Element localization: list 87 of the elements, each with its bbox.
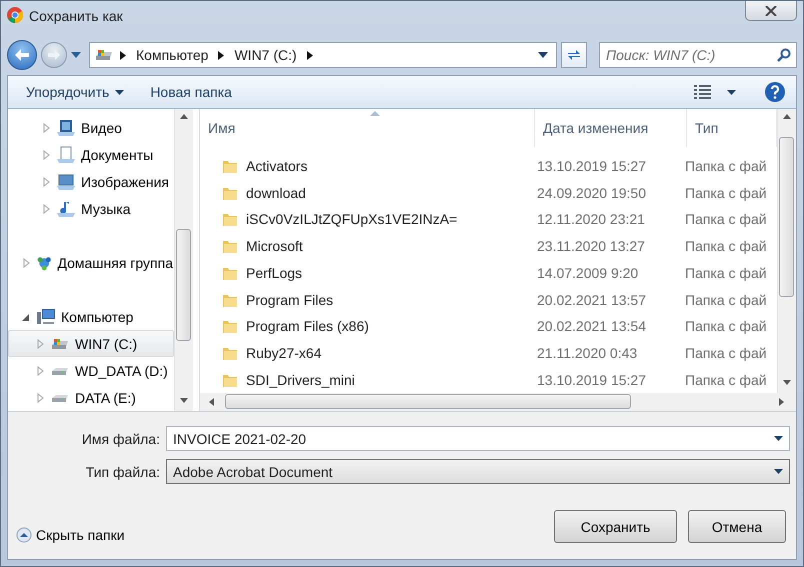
filetype-dropdown[interactable]: Adobe Acrobat Document xyxy=(166,459,790,484)
computer-icon xyxy=(36,308,56,326)
help-icon[interactable] xyxy=(764,81,786,103)
file-type: Папка с фай xyxy=(684,318,767,334)
folder-icon xyxy=(222,211,238,228)
breadcrumb[interactable]: Компьютер xyxy=(132,47,212,63)
caret-icon xyxy=(115,90,124,94)
date-modified: 20.02.2021 13:54 xyxy=(536,318,647,334)
dropdown-arrow-icon[interactable] xyxy=(538,52,548,58)
app-icon xyxy=(7,7,23,23)
file-name[interactable]: SDI_Drivers_mini xyxy=(246,372,355,388)
collapse-arrow-icon[interactable] xyxy=(21,312,31,322)
new-folder-button[interactable]: Новая папка xyxy=(150,80,232,104)
file-name[interactable]: Activators xyxy=(246,158,308,174)
file-type: Папка с фай xyxy=(684,238,767,254)
tree-item[interactable]: DATA (E:) xyxy=(8,384,174,411)
music-note-icon xyxy=(56,200,76,218)
tree-item[interactable]: WIN7 (C:) xyxy=(8,330,174,357)
field-label: Тип файла: xyxy=(84,464,161,480)
file-name[interactable]: Program Files xyxy=(246,292,334,308)
left-arrow-icon xyxy=(14,48,30,62)
chevron-icon[interactable] xyxy=(120,50,126,60)
date-modified: 21.11.2020 0:43 xyxy=(536,344,638,361)
file-name[interactable]: Microsoft xyxy=(246,238,303,254)
organize-menu[interactable]: Упорядочить xyxy=(26,80,124,104)
file-type: Папка с фай xyxy=(684,184,767,201)
file-name[interactable]: Ruby27-x64 xyxy=(246,344,322,361)
date-modified: 13.10.2019 15:27 xyxy=(536,372,647,388)
tree-item[interactable]: Видео xyxy=(8,114,174,141)
refresh-arrows-icon xyxy=(566,48,582,62)
tree-item[interactable]: Музыка xyxy=(8,195,174,222)
tree-item[interactable]: Изображения xyxy=(8,168,174,195)
scrollbar[interactable] xyxy=(200,393,796,411)
folder-icon xyxy=(222,318,238,334)
scrollbar-thumb[interactable] xyxy=(225,394,631,409)
filename-field[interactable]: INVOICE 2021-02-20 xyxy=(166,426,790,451)
search-field[interactable]: Поиск: WIN7 (C:) xyxy=(599,42,797,68)
drive-icon xyxy=(94,47,114,63)
date-modified: 23.11.2020 13:27 xyxy=(536,238,646,254)
dropdown-arrow-icon xyxy=(774,436,783,441)
scrollbar[interactable] xyxy=(777,109,796,393)
close-button[interactable] xyxy=(745,1,797,21)
file-name[interactable]: iSCv0VzILJtZQFUpXs1VE2INzA= xyxy=(246,211,458,228)
right-arrow-icon xyxy=(47,49,61,61)
file-name[interactable]: download xyxy=(246,184,306,201)
tree-item[interactable]: Документы xyxy=(8,141,174,168)
refresh-button[interactable] xyxy=(561,42,587,68)
collapse-circle-icon xyxy=(16,526,32,542)
tree-item[interactable]: WD_DATA (D:) xyxy=(8,357,174,384)
tree-item[interactable]: Компьютер xyxy=(8,303,174,330)
scrollbar[interactable] xyxy=(174,109,193,411)
breadcrumb[interactable]: WIN7 (C:) xyxy=(230,47,301,63)
document-icon xyxy=(56,146,76,164)
folder-icon xyxy=(222,238,238,254)
view-dropdown-icon xyxy=(727,90,736,94)
file-name[interactable]: Program Files (x86) xyxy=(246,318,369,334)
file-type: Папка с фай xyxy=(684,344,767,361)
search-icon xyxy=(777,48,791,62)
address-bar[interactable]: Компьютер WIN7 (C:) xyxy=(89,42,557,68)
chevron-icon[interactable] xyxy=(306,50,313,60)
dropdown-arrow-icon xyxy=(774,469,783,474)
hide-folders-button[interactable]: Скрыть папки xyxy=(16,526,125,542)
cancel-button[interactable]: Отмена xyxy=(688,510,786,543)
back-button[interactable] xyxy=(7,40,37,70)
sort-arrow-icon xyxy=(370,111,380,116)
file-type: Папка с фай xyxy=(684,264,767,281)
file-type: Папка с фай xyxy=(684,211,767,228)
date-modified: 24.09.2020 19:50 xyxy=(536,184,647,201)
date-modified: 12.11.2020 23:21 xyxy=(536,211,646,228)
view-list-icon[interactable] xyxy=(693,84,713,100)
chevron-icon[interactable] xyxy=(218,50,224,60)
file-type: Папка с фай xyxy=(684,158,767,174)
file-name[interactable]: PerfLogs xyxy=(246,264,302,281)
tree-item[interactable]: Домашняя группа xyxy=(8,249,174,276)
forward-button[interactable] xyxy=(41,42,67,68)
date-modified: 20.02.2021 13:57 xyxy=(536,292,647,308)
scrollbar-thumb[interactable] xyxy=(176,229,191,341)
history-dropdown-icon[interactable] xyxy=(71,52,81,58)
date-modified: 14.07.2009 9:20 xyxy=(536,264,640,281)
file-type: Папка с фай xyxy=(684,292,767,308)
scrollbar-thumb[interactable] xyxy=(779,137,794,297)
field-label: Имя файла: xyxy=(80,430,161,446)
file-type: Папка с фай xyxy=(684,372,767,388)
window-title: Сохранить как xyxy=(29,8,123,24)
date-modified: 13.10.2019 15:27 xyxy=(536,158,647,174)
close-icon xyxy=(765,6,777,16)
save-button[interactable]: Сохранить xyxy=(554,510,677,543)
